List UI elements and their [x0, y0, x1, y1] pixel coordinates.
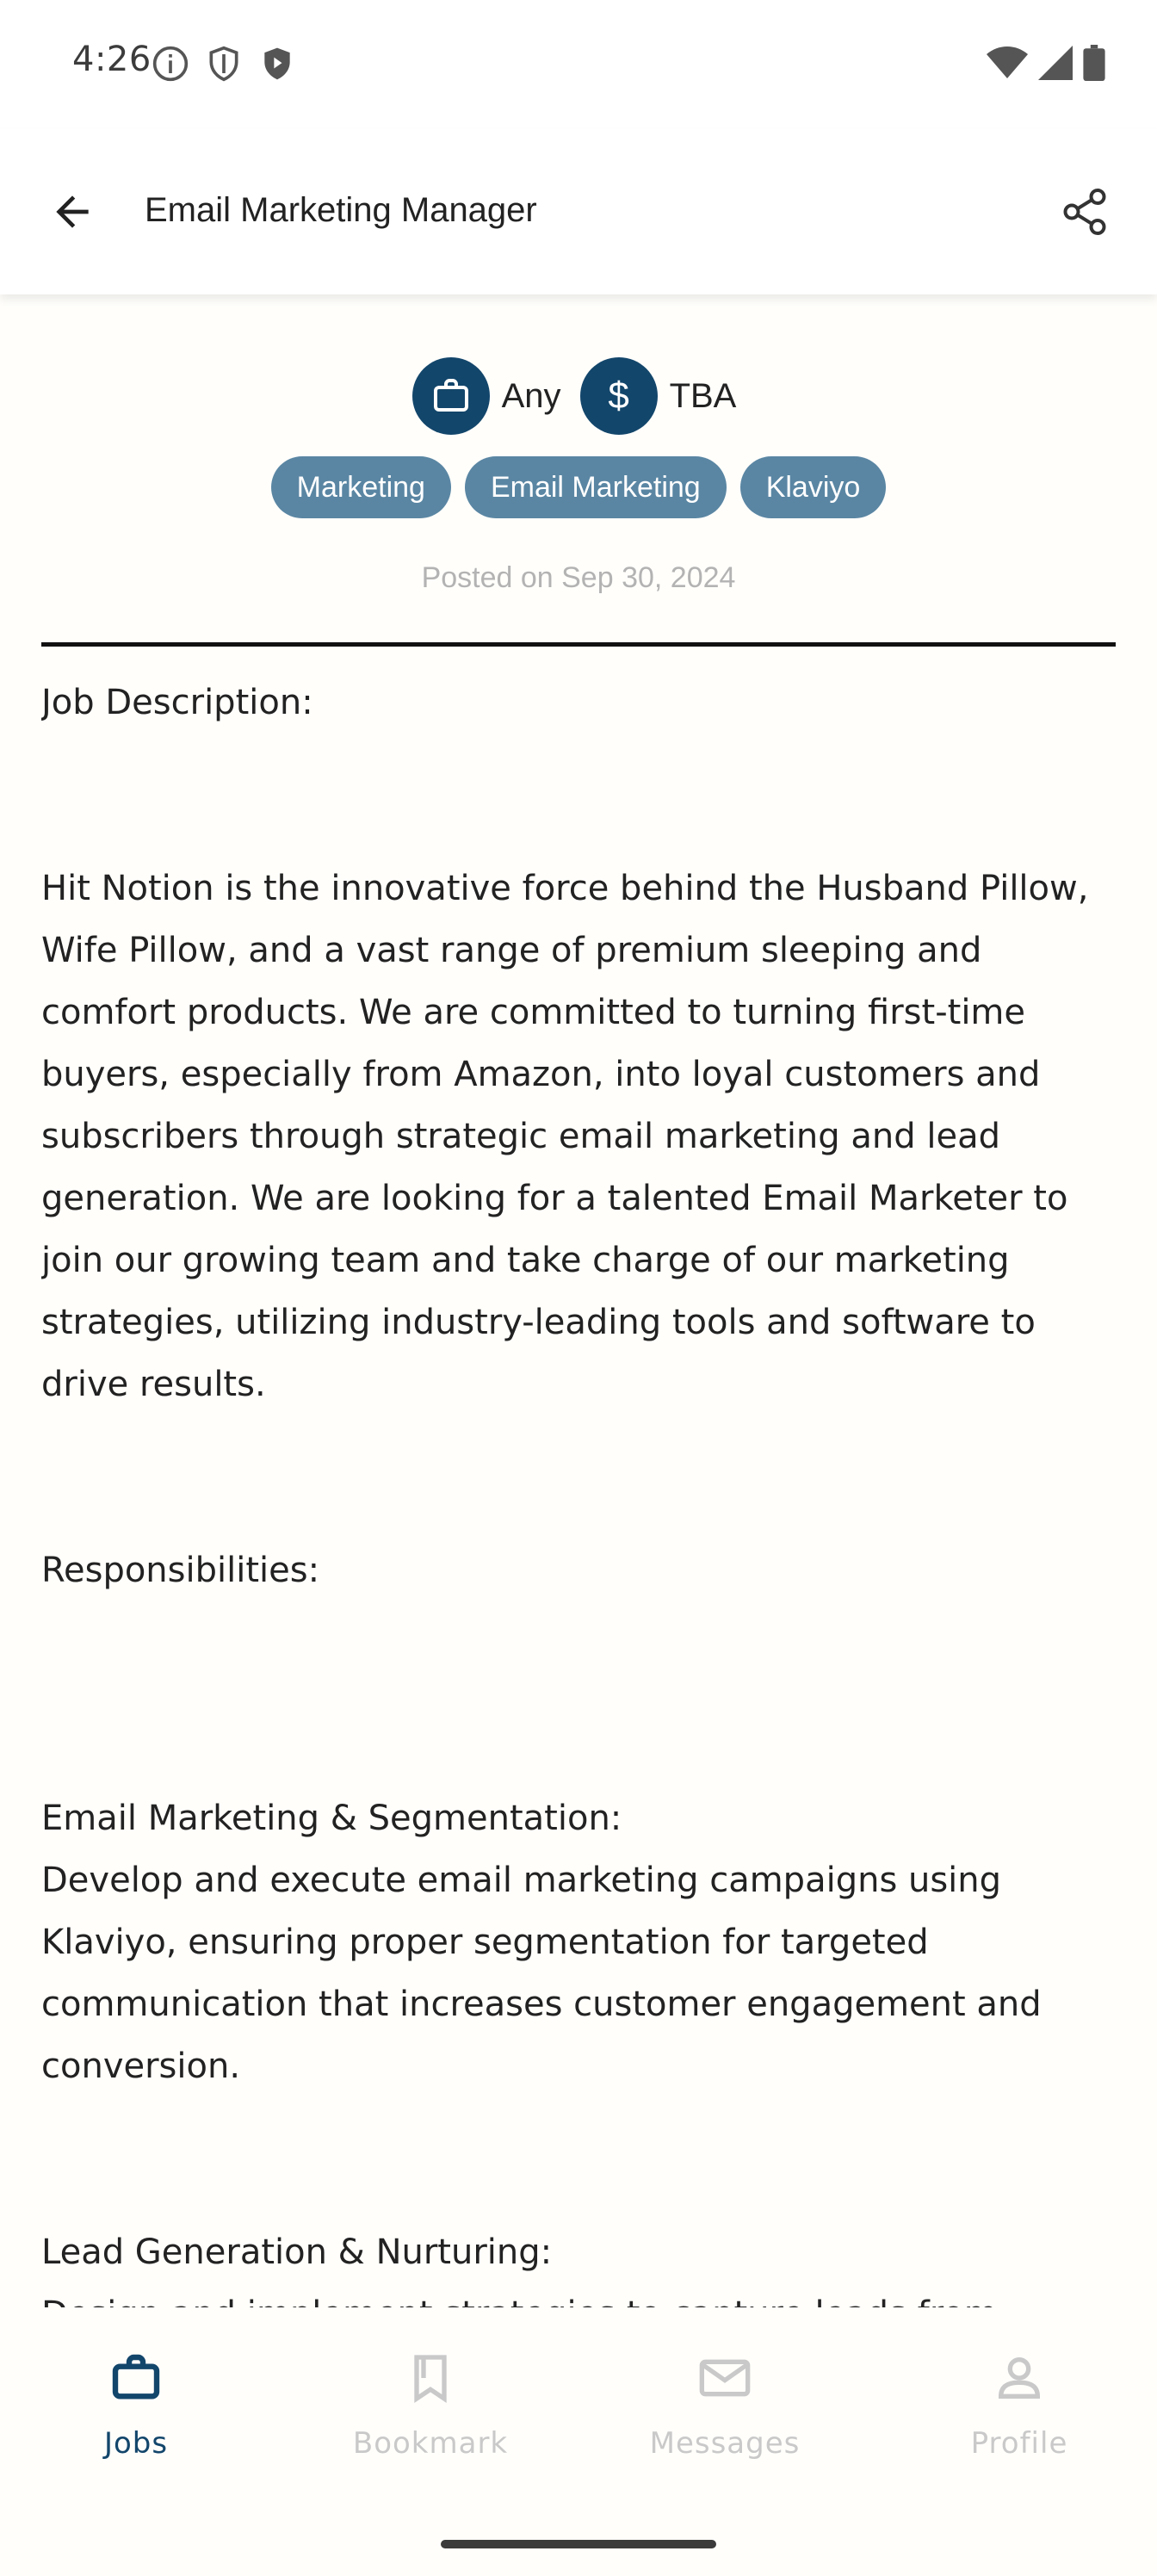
wifi-icon — [987, 46, 1028, 78]
briefcase-icon — [433, 379, 468, 412]
salary-badge: $ — [579, 357, 658, 435]
bottom-navigation: Jobs Bookmark Messages Profile — [0, 2307, 1157, 2576]
job-type-badge — [411, 357, 490, 435]
share-button[interactable] — [1054, 181, 1116, 243]
responsibility-title: Email Marketing & Segmentation: — [41, 1799, 622, 1838]
nav-label: Messages — [649, 2426, 801, 2461]
dollar-icon: $ — [608, 375, 629, 417]
info-icon — [152, 46, 189, 82]
nav-item-bookmark[interactable]: Bookmark — [301, 2345, 560, 2500]
nav-label: Jobs — [103, 2426, 169, 2461]
nav-item-messages[interactable]: Messages — [596, 2345, 854, 2500]
job-meta-row: Any $ TBA — [0, 356, 1157, 436]
divider — [41, 642, 1116, 647]
arrow-back-icon — [56, 195, 89, 228]
envelope-icon — [692, 2345, 758, 2411]
status-time: 4:26 — [72, 40, 152, 79]
cellular-signal-icon — [1038, 46, 1073, 80]
responsibility-body: Design and implement strategies to captu… — [41, 2283, 1126, 2307]
salary-label: TBA — [669, 376, 737, 415]
tag-chip: Klaviyo — [739, 456, 887, 518]
description-intro: Hit Notion is the innovative force behin… — [41, 869, 1100, 1404]
salary: $ TBA — [579, 357, 746, 435]
person-icon — [987, 2345, 1052, 2411]
home-indicator[interactable] — [441, 2540, 716, 2548]
nav-label: Bookmark — [352, 2426, 509, 2461]
job-type: Any — [411, 357, 570, 435]
shield-outline-icon — [209, 46, 238, 82]
bookmark-icon — [398, 2345, 463, 2411]
responsibility-title: Lead Generation & Nurturing: — [41, 2232, 553, 2272]
nav-label: Profile — [970, 2426, 1068, 2461]
nav-item-jobs[interactable]: Jobs — [7, 2345, 265, 2500]
responsibilities-heading: Responsibilities: — [41, 1551, 320, 1590]
share-icon — [1063, 189, 1106, 235]
posted-date: Posted on Sep 30, 2024 — [421, 561, 736, 594]
battery-icon — [1083, 45, 1105, 81]
responsibility-body: Develop and execute email marketing camp… — [41, 1861, 1053, 2086]
app-bar: Email Marketing Manager — [0, 129, 1157, 294]
tag-chip: Email Marketing — [464, 456, 727, 518]
shield-play-icon — [264, 47, 290, 80]
status-bar: 4:26 — [0, 0, 1157, 129]
screen: 4:26 Email Marketing Manager Any $ TBA M… — [0, 0, 1157, 2576]
tag-chip: Marketing — [270, 456, 451, 518]
page-title: Email Marketing Manager — [145, 191, 537, 229]
back-button[interactable] — [41, 181, 103, 243]
tags-row: Marketing Email Marketing Klaviyo — [0, 456, 1157, 518]
status-icons-left — [152, 45, 296, 83]
nav-item-profile[interactable]: Profile — [890, 2345, 1148, 2500]
description-heading: Job Description: — [41, 683, 313, 722]
status-icons-right — [987, 45, 1105, 81]
briefcase-icon — [103, 2345, 169, 2411]
job-description[interactable]: Job Description: Hit Notion is the innov… — [41, 672, 1126, 2307]
job-type-label: Any — [501, 376, 561, 415]
